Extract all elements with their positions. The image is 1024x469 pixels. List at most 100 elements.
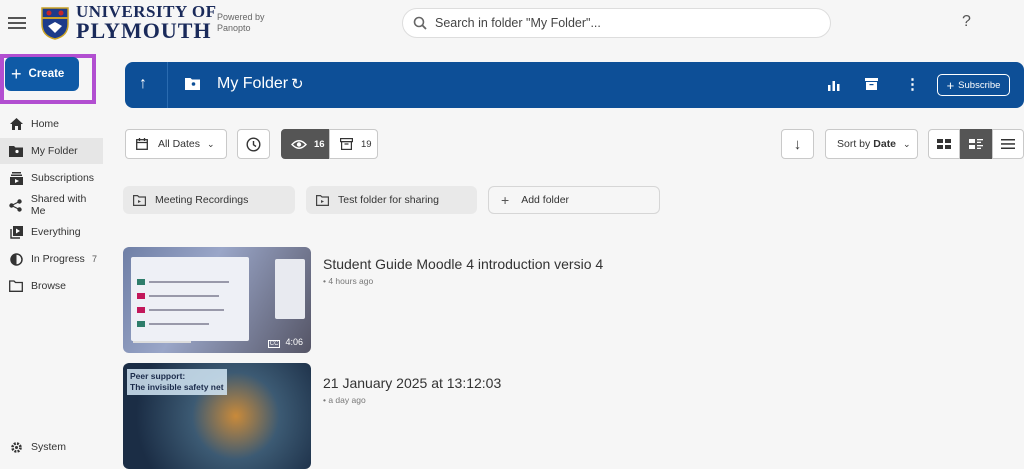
- add-folder-label: Add folder: [521, 194, 570, 206]
- subscribe-button[interactable]: + Subscribe: [937, 74, 1010, 96]
- top-bar: UNIVERSITY OF PLYMOUTH Powered by Panopt…: [0, 0, 1024, 48]
- folder-user-icon: [185, 77, 200, 95]
- sort-value: Date: [873, 138, 897, 150]
- powered-by: Powered by Panopto: [217, 12, 265, 34]
- sidebar-item-system[interactable]: System: [0, 434, 103, 460]
- thumbnail-caption-line2: The invisible safety net: [130, 382, 224, 392]
- progress-icon: [9, 252, 23, 266]
- video-thumbnail[interactable]: CC 4:06: [123, 247, 311, 353]
- add-folder-button[interactable]: + Add folder: [488, 186, 660, 214]
- archive-icon: [340, 138, 353, 150]
- subfolder-meeting-recordings[interactable]: Meeting Recordings: [123, 186, 295, 214]
- more-options-icon[interactable]: ⋮: [905, 75, 920, 93]
- grid-view-icon: [937, 139, 951, 149]
- sidebar-item-label: Shared with Me: [30, 193, 87, 217]
- sidebar-item-subscriptions[interactable]: Subscriptions: [0, 165, 103, 191]
- powered-by-line2: Panopto: [217, 23, 251, 33]
- university-logo[interactable]: UNIVERSITY OF PLYMOUTH: [40, 3, 216, 43]
- sort-prefix: Sort by: [837, 138, 871, 150]
- list-view-button[interactable]: [992, 129, 1024, 159]
- plus-icon: +: [501, 192, 510, 208]
- folder-title: My Folder: [217, 75, 289, 92]
- folder-icon: [316, 194, 329, 206]
- viewed-count: 16: [314, 138, 325, 150]
- search-placeholder: Search in folder "My Folder"...: [435, 16, 601, 30]
- plus-icon: +: [946, 77, 955, 93]
- sort-dropdown[interactable]: Sort by Date ⌄: [825, 129, 918, 159]
- help-button[interactable]: ?: [962, 13, 971, 31]
- subscriptions-icon: [9, 171, 23, 185]
- create-label: Create: [28, 68, 65, 80]
- down-arrow-icon: ↓: [793, 135, 802, 153]
- eye-icon: [291, 139, 307, 149]
- up-arrow-icon[interactable]: ↑: [139, 75, 147, 93]
- chevron-down-icon: ⌄: [903, 138, 911, 149]
- video-title[interactable]: 21 January 2025 at 13:12:03: [323, 375, 501, 391]
- menu-icon[interactable]: [8, 14, 26, 32]
- clock-icon: [246, 136, 261, 152]
- thumbnail-calendar: [275, 259, 305, 319]
- date-filter-label: All Dates: [158, 138, 201, 150]
- video-duration-value: 4:06: [285, 337, 303, 347]
- subfolder-test-sharing[interactable]: Test folder for sharing: [306, 186, 477, 214]
- sidebar-item-label: Browse: [31, 280, 67, 292]
- thumbnail-caption: Peer support: The invisible safety net: [127, 369, 227, 395]
- powered-by-line1: Powered by: [217, 12, 265, 22]
- sidebar-item-label: My Folder: [31, 145, 78, 157]
- captions-icon: CC: [267, 340, 281, 348]
- calendar-icon: [136, 138, 148, 150]
- folder-user-icon: [9, 144, 23, 158]
- divider: [167, 62, 168, 108]
- sidebar-item-label: Subscriptions: [31, 172, 95, 184]
- subfolder-label: Test folder for sharing: [338, 194, 439, 206]
- list-view-icon: [1001, 139, 1015, 149]
- video-thumbnail[interactable]: Peer support: The invisible safety net: [123, 363, 311, 469]
- chevron-down-icon: ⌄: [207, 138, 215, 149]
- video-title[interactable]: Student Guide Moodle 4 introduction vers…: [323, 256, 603, 272]
- detail-view-button[interactable]: [960, 129, 992, 159]
- video-time-value: a day ago: [328, 395, 366, 405]
- search-icon: [413, 16, 427, 30]
- thumbnail-caption-line1: Peer support:: [130, 371, 186, 381]
- share-icon: [9, 198, 23, 212]
- sidebar-item-in-progress[interactable]: In Progress 7: [0, 246, 103, 272]
- thumbnail-screen: [131, 257, 249, 341]
- sidebar-item-home[interactable]: Home: [0, 111, 103, 137]
- folder-icon: [9, 279, 23, 293]
- sidebar: + Create Home My Folder Subscriptions Sh…: [0, 48, 104, 453]
- folder-icon: [133, 194, 146, 206]
- create-button[interactable]: + Create: [5, 57, 79, 91]
- recent-filter-button[interactable]: [237, 129, 270, 159]
- refresh-icon[interactable]: ↻: [291, 75, 304, 93]
- sidebar-item-everything[interactable]: Everything: [0, 219, 103, 245]
- crest-icon: [41, 7, 69, 40]
- sidebar-item-browse[interactable]: Browse: [0, 273, 103, 299]
- sidebar-item-shared[interactable]: Shared with Me: [0, 192, 103, 218]
- archived-filter-button[interactable]: 19: [329, 129, 378, 159]
- sort-direction-button[interactable]: ↓: [781, 129, 814, 159]
- sidebar-item-label: System: [31, 441, 67, 453]
- detail-view-icon: [969, 139, 983, 149]
- archived-count: 19: [361, 138, 372, 150]
- date-filter-dropdown[interactable]: All Dates ⌄: [125, 129, 227, 159]
- play-library-icon: [9, 225, 23, 239]
- video-time-value: 4 hours ago: [328, 276, 374, 286]
- home-icon: [9, 117, 23, 131]
- sidebar-item-my-folder[interactable]: My Folder: [0, 138, 103, 164]
- subfolder-label: Meeting Recordings: [155, 194, 249, 206]
- plus-icon: +: [11, 64, 22, 84]
- video-duration: CC 4:06: [267, 337, 303, 348]
- archive-icon[interactable]: [865, 77, 878, 95]
- search-input[interactable]: Search in folder "My Folder"...: [402, 8, 831, 38]
- in-progress-count: 7: [91, 254, 97, 264]
- subscribe-label: Subscribe: [958, 79, 1001, 91]
- grid-view-button[interactable]: [928, 129, 960, 159]
- video-time: • a day ago: [323, 395, 366, 405]
- viewed-filter-button[interactable]: 16: [281, 129, 329, 159]
- sidebar-item-label: Everything: [31, 226, 81, 238]
- progress-bar: [133, 341, 191, 343]
- sidebar-item-label: Home: [31, 118, 60, 130]
- stats-icon[interactable]: [828, 78, 840, 96]
- university-name-line2: PLYMOUTH: [76, 17, 212, 43]
- sidebar-item-label: In Progress: [31, 253, 85, 265]
